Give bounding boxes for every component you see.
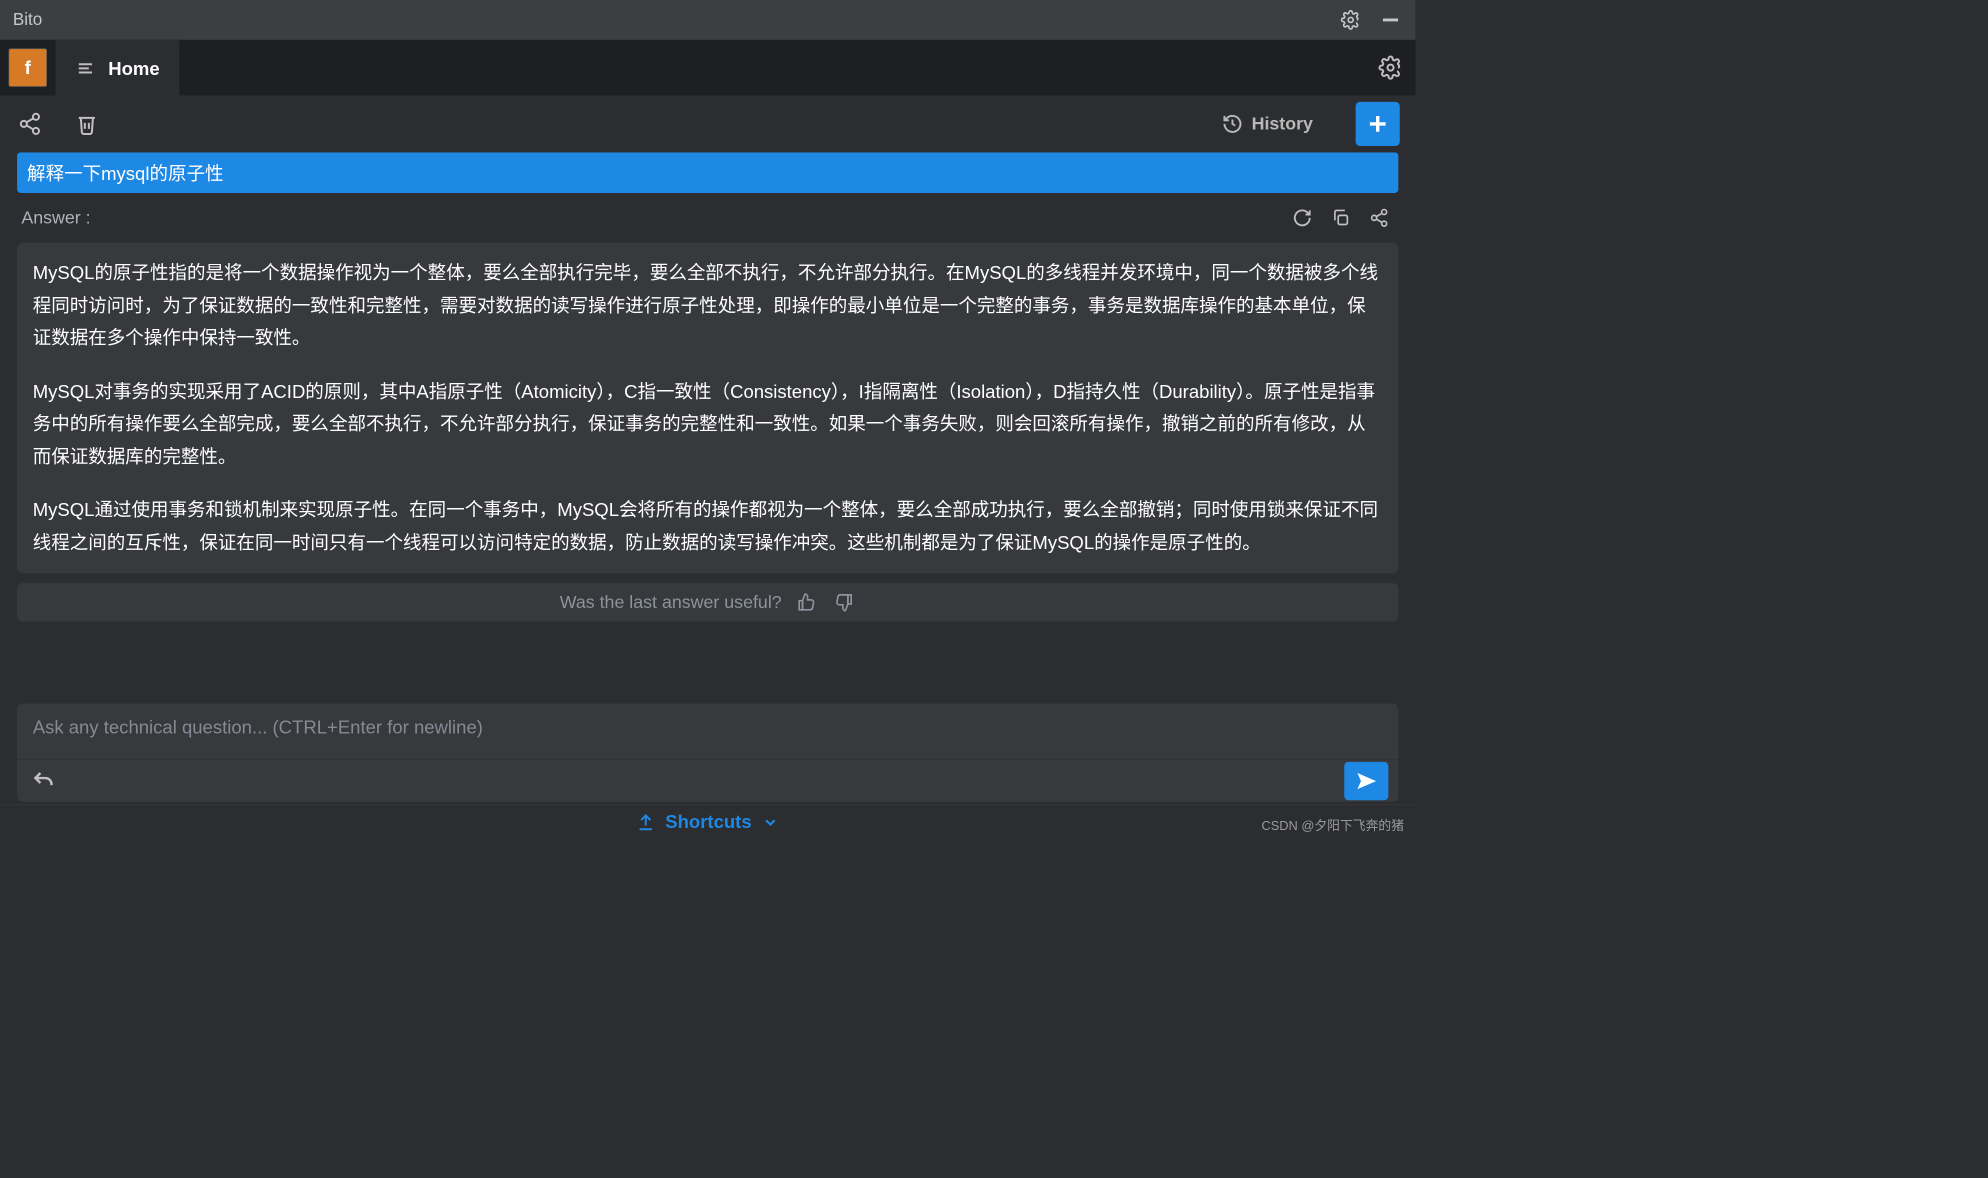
history-icon xyxy=(1222,113,1243,134)
feedback-label: Was the last answer useful? xyxy=(560,592,782,613)
question-bubble: 解释一下mysql的原子性 xyxy=(17,152,1398,193)
panel-settings-icon[interactable] xyxy=(1366,40,1416,96)
input-area: Ask any technical question... (CTRL+Ente… xyxy=(0,696,1415,804)
thumbs-down-icon[interactable] xyxy=(832,590,856,614)
menu-icon xyxy=(75,58,95,78)
thumbs-up-icon[interactable] xyxy=(794,590,818,614)
answer-share-icon[interactable] xyxy=(1364,203,1394,233)
avatar-tab[interactable]: f xyxy=(0,40,56,96)
tab-home-label: Home xyxy=(108,57,159,79)
answer-label: Answer : xyxy=(21,208,90,229)
tab-bar: f Home xyxy=(0,40,1415,96)
new-chat-button[interactable] xyxy=(1356,102,1400,146)
answer-body: MySQL的原子性指的是将一个数据操作视为一个整体，要么全部执行完毕，要么全部不… xyxy=(17,243,1398,573)
send-button[interactable] xyxy=(1344,761,1388,799)
history-button[interactable]: History xyxy=(1222,113,1313,134)
watermark: CSDN @夕阳下飞奔的猪 xyxy=(1261,816,1404,835)
undo-icon[interactable] xyxy=(27,764,60,797)
answer-paragraph: MySQL的原子性指的是将一个数据操作视为一个整体，要么全部执行完毕，要么全部不… xyxy=(33,257,1383,354)
chat-content: 解释一下mysql的原子性 Answer : MySQL的原子性指的是将一个数据… xyxy=(0,152,1415,696)
chevron-down-icon xyxy=(762,813,779,830)
answer-header: Answer : xyxy=(17,203,1398,233)
answer-paragraph: MySQL对事务的实现采用了ACID的原则，其中A指原子性（Atomicity）… xyxy=(33,376,1383,473)
answer-paragraph: MySQL通过使用事务和锁机制来实现原子性。在同一个事务中，MySQL会将所有的… xyxy=(33,494,1383,559)
share-icon[interactable] xyxy=(16,110,44,138)
copy-icon[interactable] xyxy=(1326,203,1356,233)
tab-home[interactable]: Home xyxy=(56,40,180,96)
window-titlebar: Bito xyxy=(0,0,1415,40)
shortcuts-toggle[interactable]: Shortcuts xyxy=(0,805,1415,839)
input-controls xyxy=(17,759,1398,802)
question-input[interactable]: Ask any technical question... (CTRL+Ente… xyxy=(17,703,1398,759)
settings-gear-icon[interactable] xyxy=(1339,8,1363,32)
upload-icon xyxy=(637,813,656,832)
minimize-icon[interactable] xyxy=(1378,8,1402,32)
trash-icon[interactable] xyxy=(73,110,101,138)
chat-toolbar: History xyxy=(0,95,1415,152)
feedback-bar: Was the last answer useful? xyxy=(17,583,1398,621)
window-title: Bito xyxy=(13,10,42,30)
avatar: f xyxy=(9,48,47,86)
regenerate-icon[interactable] xyxy=(1287,203,1317,233)
history-label: History xyxy=(1252,114,1313,135)
shortcuts-label: Shortcuts xyxy=(665,811,751,833)
